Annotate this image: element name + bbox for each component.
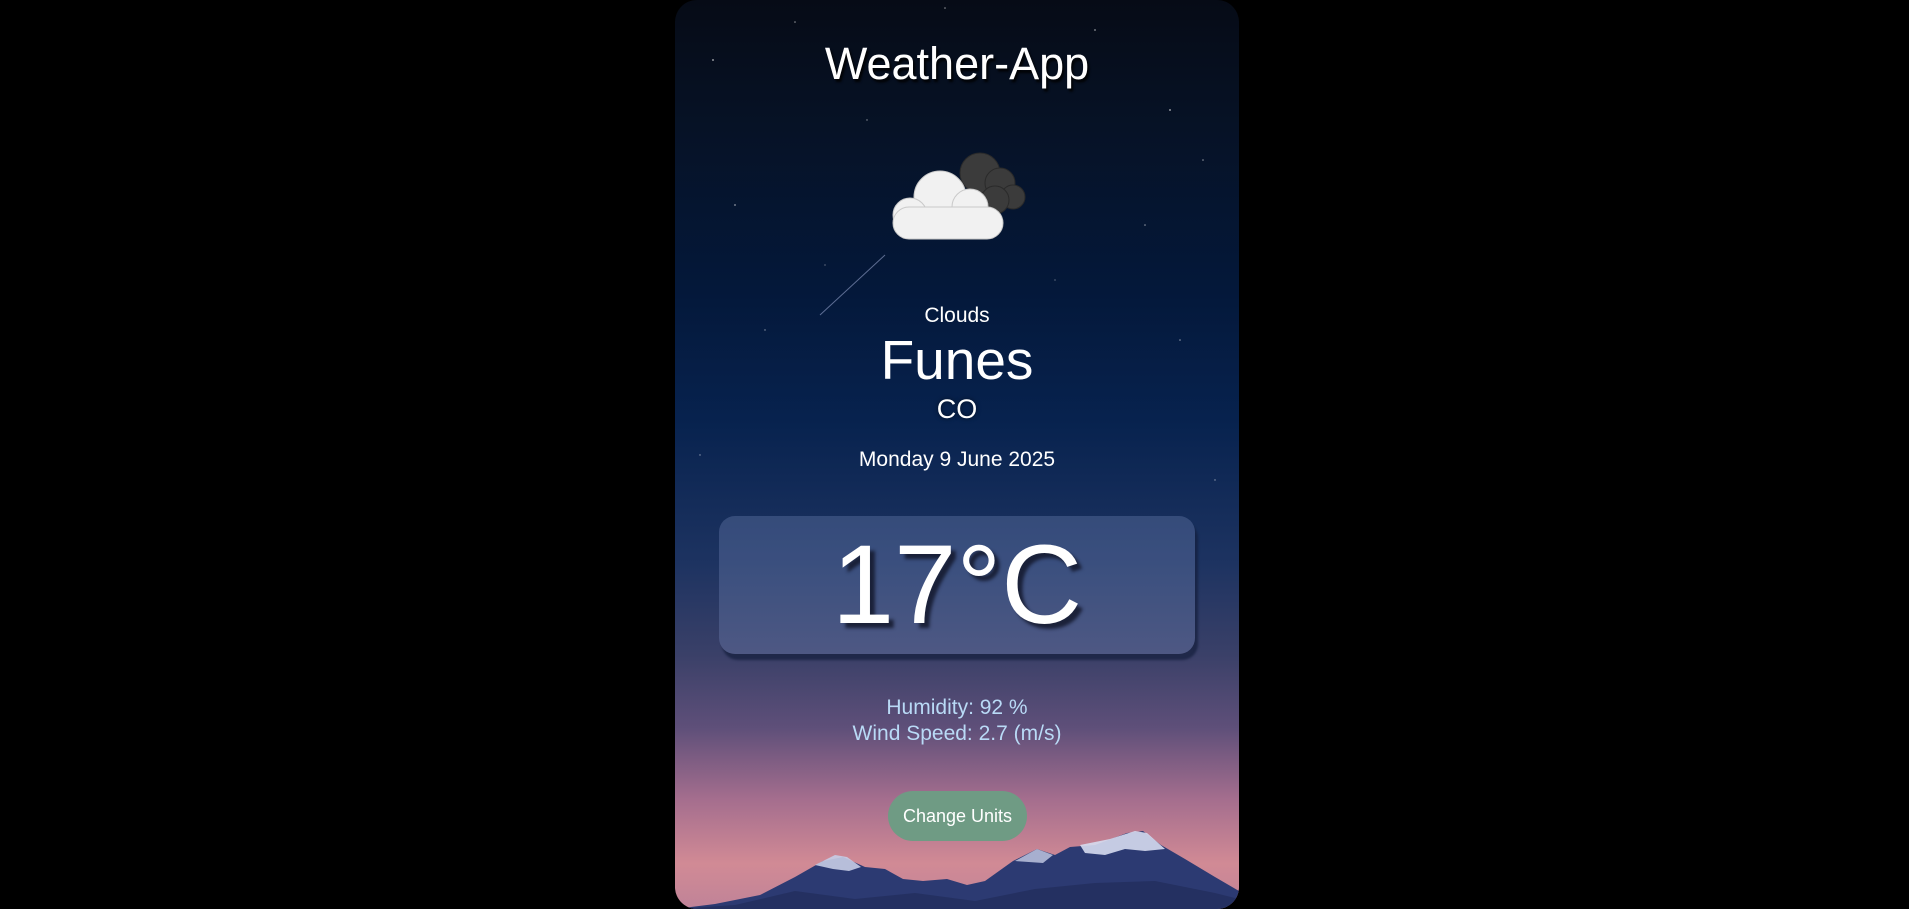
country-code: CO xyxy=(936,394,978,424)
current-date: Monday 9 June 2025 xyxy=(858,448,1056,471)
app-title: Weather-App xyxy=(824,38,1090,89)
temperature-value: 17°C xyxy=(831,522,1083,647)
weather-condition: Clouds xyxy=(924,304,990,327)
cloudy-icon xyxy=(892,152,1026,240)
weather-card: Weather-App Clouds Funes CO Monday 9 Jun… xyxy=(675,0,1239,909)
change-units-button[interactable]: Change Units xyxy=(888,791,1027,841)
humidity-readout: Humidity: 92 % xyxy=(886,696,1028,719)
wind-speed-readout: Wind Speed: 2.7 (m/s) xyxy=(852,722,1062,745)
temperature-panel: 17°C xyxy=(719,516,1195,654)
city-name: Funes xyxy=(880,329,1034,391)
